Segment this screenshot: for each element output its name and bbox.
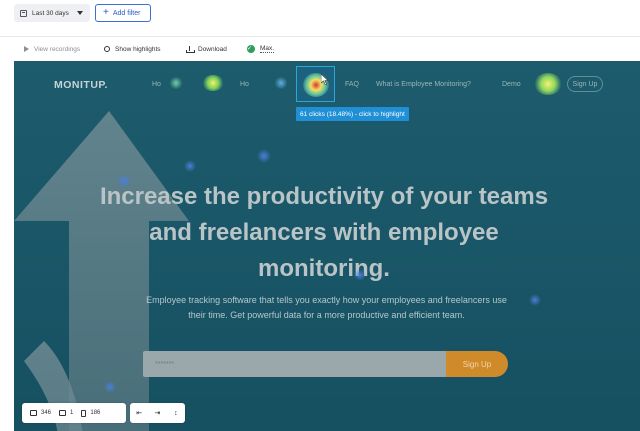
tablet-icon: [59, 410, 67, 416]
add-filter-label: Add filter: [112, 9, 141, 17]
show-highlights-label: Show highlights: [115, 45, 161, 53]
site-nav-faq: FAQ: [345, 81, 360, 88]
align-left-icon[interactable]: ⇤: [135, 409, 143, 417]
heatmap-toolbar: View recordings Show highlights Download…: [0, 36, 640, 60]
download-icon: [186, 45, 195, 53]
lightbulb-icon: [104, 46, 110, 52]
site-subheadline: Employee tracking software that tells yo…: [146, 295, 507, 320]
site-email-field: *******: [143, 351, 446, 377]
filter-bar: Last 30 days + Add filter: [0, 0, 640, 33]
mobile-icon: [81, 409, 87, 417]
play-icon: [24, 46, 29, 52]
date-range-label: Last 30 days: [32, 9, 69, 17]
calendar-icon: [20, 9, 27, 17]
view-controls: ⇤ ⇥ ↕: [130, 403, 185, 423]
click-tooltip[interactable]: 61 clicks (18.48%) - click to highlight: [296, 107, 409, 121]
device-stats: 346 1 186: [22, 403, 126, 423]
download-label: Download: [198, 45, 227, 53]
site-nav-demo: Demo: [502, 81, 521, 88]
max-toggle[interactable]: ✓ Max.: [247, 43, 275, 55]
site-nav-how: Ho: [240, 81, 249, 88]
mobile-count[interactable]: 186: [81, 409, 101, 417]
desktop-count[interactable]: 346: [30, 410, 51, 416]
desktop-count-value: 346: [41, 410, 52, 416]
site-nav-home: Ho: [152, 81, 161, 88]
mobile-count-value: 186: [90, 410, 101, 416]
site-signup-cta: Sign Up: [446, 351, 508, 377]
site-nav-signup: Sign Up: [567, 76, 603, 92]
check-circle-icon: ✓: [247, 45, 255, 53]
view-recordings-label: View recordings: [34, 45, 81, 53]
view-recordings-button[interactable]: View recordings: [24, 43, 80, 55]
caret-down-icon: [76, 11, 83, 15]
site-nav-what-is: What is Employee Monitoring?: [376, 81, 471, 88]
site-logo: MONITUP.: [54, 79, 108, 91]
site-headline: Increase the productivity of your teams …: [99, 183, 549, 282]
highlighted-click-area[interactable]: [296, 66, 335, 102]
tablet-count[interactable]: 1: [59, 410, 73, 416]
expand-vertical-icon[interactable]: ↕: [172, 410, 180, 417]
align-right-icon[interactable]: ⇥: [153, 409, 161, 417]
mouse-cursor-icon: [321, 74, 329, 85]
plus-icon: +: [103, 7, 109, 18]
heatmap-canvas[interactable]: MONITUP. Ho Ho FAQ What is Employee Moni…: [14, 61, 640, 431]
desktop-icon: [30, 410, 37, 416]
show-highlights-button[interactable]: Show highlights: [104, 43, 161, 55]
max-label: Max.: [260, 45, 275, 53]
date-range-dropdown[interactable]: Last 30 days: [14, 4, 90, 22]
add-filter-button[interactable]: + Add filter: [95, 4, 151, 22]
tablet-count-value: 1: [70, 410, 74, 416]
download-button[interactable]: Download: [186, 43, 227, 55]
